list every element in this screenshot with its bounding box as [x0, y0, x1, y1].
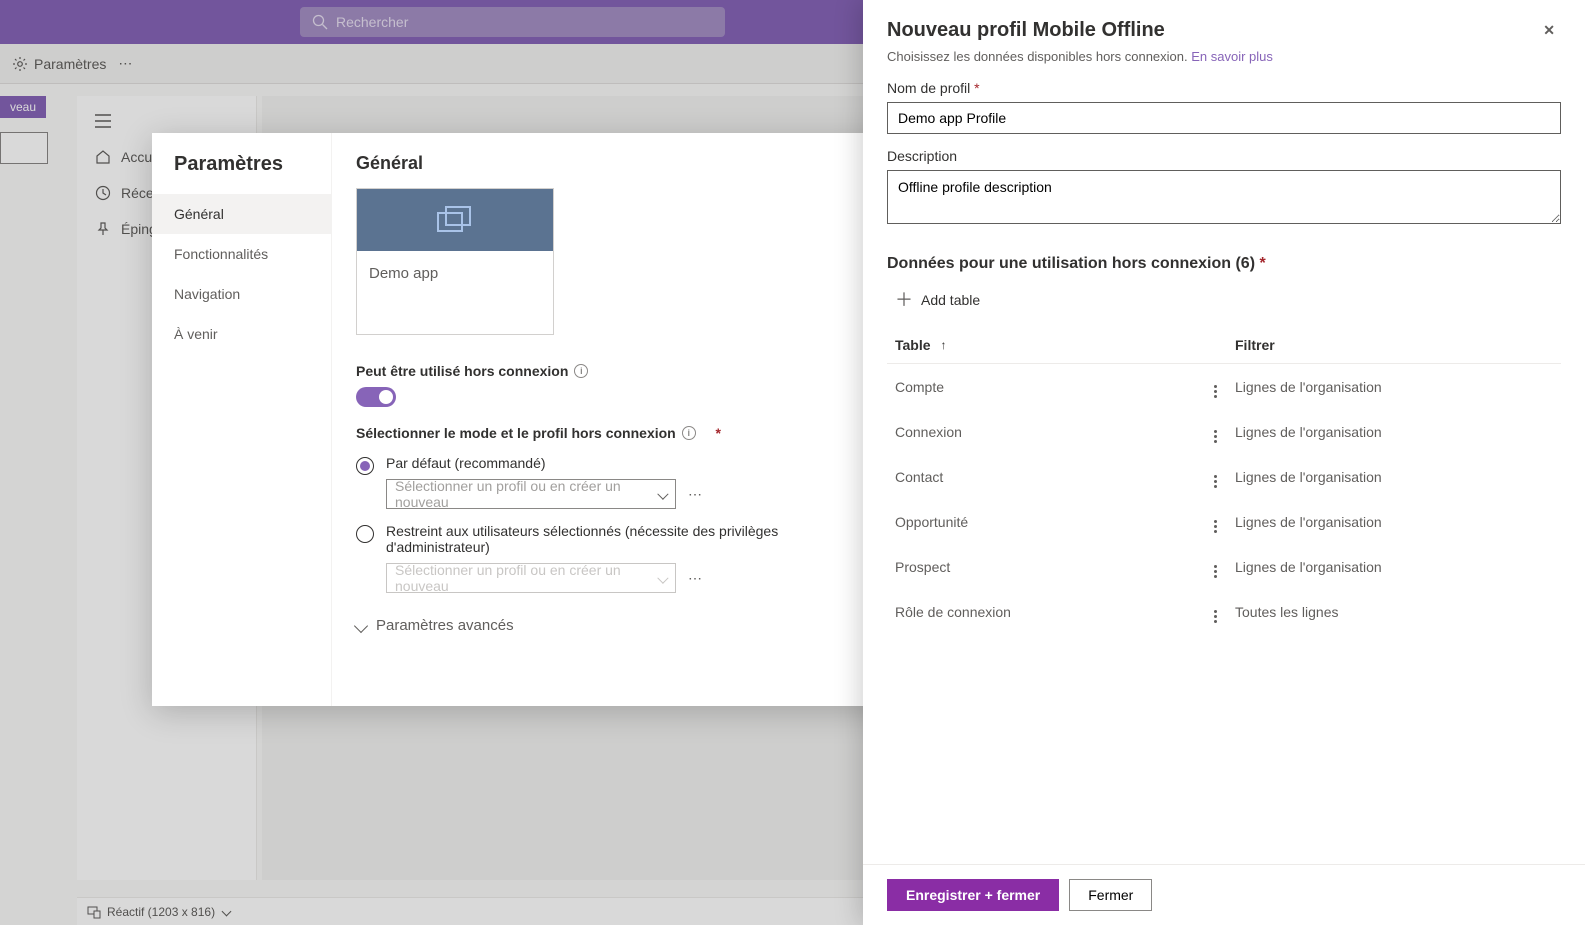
app-card-header [357, 189, 553, 251]
mode-default-row: Par défaut (recommandé) Sélectionner un … [356, 455, 878, 509]
chevron-down-icon [354, 618, 368, 632]
save-close-button[interactable]: Enregistrer + fermer [887, 879, 1059, 911]
settings-sidebar: Paramètres Général Fonctionnalités Navig… [152, 133, 332, 706]
profile-select-default[interactable]: Sélectionner un profil ou en créer un no… [386, 479, 676, 509]
offline-profile-panel: Nouveau profil Mobile Offline ✕ Choisiss… [863, 0, 1585, 925]
tab-general[interactable]: Général [152, 194, 331, 234]
panel-subtitle: Choisissez les données disponibles hors … [887, 49, 1191, 64]
row-menu[interactable] [1195, 510, 1235, 533]
table-row[interactable]: Contact Lignes de l'organisation [887, 454, 1561, 499]
profile-name-label: Nom de profil * [887, 80, 1561, 96]
table-row[interactable]: Compte Lignes de l'organisation [887, 364, 1561, 409]
profile-select-restricted: Sélectionner un profil ou en créer un no… [386, 563, 676, 593]
info-icon[interactable]: i [574, 364, 588, 378]
settings-content: Général Demo app Peut être utilisé hors … [332, 133, 902, 706]
close-button[interactable]: ✕ [1537, 16, 1561, 45]
add-table-button[interactable]: ＋ Add table [887, 285, 988, 315]
app-card[interactable]: Demo app [356, 188, 554, 335]
row-menu[interactable] [1195, 375, 1235, 398]
profile-name-input[interactable] [887, 102, 1561, 134]
tables-grid: Table ↑ Filtrer Compte Lignes de l'organ… [887, 327, 1561, 634]
app-name: Demo app [369, 265, 541, 282]
tab-features[interactable]: Fonctionnalités [152, 234, 331, 274]
tab-navigation[interactable]: Navigation [152, 274, 331, 314]
more-icon[interactable]: ⋯ [684, 566, 706, 591]
data-section-title: Données pour une utilisation hors connex… [887, 255, 1255, 272]
mode-default-label: Par défaut (recommandé) [386, 455, 878, 471]
mode-restricted-row: Restreint aux utilisateurs sélectionnés … [356, 523, 878, 593]
windows-icon [437, 206, 473, 234]
cancel-button[interactable]: Fermer [1069, 879, 1152, 911]
table-row[interactable]: Prospect Lignes de l'organisation [887, 544, 1561, 589]
more-icon[interactable]: ⋯ [684, 482, 706, 507]
panel-title: Nouveau profil Mobile Offline [887, 19, 1165, 42]
advanced-toggle[interactable]: Paramètres avancés [356, 617, 878, 634]
description-input[interactable]: Offline profile description [887, 170, 1561, 224]
sort-asc-icon: ↑ [941, 338, 947, 352]
radio-restricted[interactable] [356, 525, 374, 543]
row-menu[interactable] [1195, 555, 1235, 578]
offline-toggle-label: Peut être utilisé hors connexion [356, 363, 568, 379]
tab-upcoming[interactable]: À venir [152, 314, 331, 354]
col-filter-header[interactable]: Filtrer [1235, 337, 1553, 353]
radio-default[interactable] [356, 457, 374, 475]
row-menu[interactable] [1195, 600, 1235, 623]
offline-toggle[interactable] [356, 387, 396, 407]
info-icon[interactable]: i [682, 426, 696, 440]
description-label: Description [887, 148, 1561, 164]
settings-dialog: Paramètres Général Fonctionnalités Navig… [152, 133, 902, 706]
table-row[interactable]: Rôle de connexion Toutes les lignes [887, 589, 1561, 634]
row-menu[interactable] [1195, 465, 1235, 488]
row-menu[interactable] [1195, 420, 1235, 443]
learn-more-link[interactable]: En savoir plus [1191, 49, 1273, 64]
table-row[interactable]: Connexion Lignes de l'organisation [887, 409, 1561, 454]
required-mark: * [716, 425, 721, 441]
mode-label: Sélectionner le mode et le profil hors c… [356, 425, 676, 441]
settings-title: Paramètres [152, 133, 331, 194]
mode-restricted-label: Restreint aux utilisateurs sélectionnés … [386, 523, 878, 555]
plus-icon: ＋ [895, 291, 913, 309]
content-title: Général [356, 153, 878, 174]
col-table-header[interactable]: Table ↑ [895, 337, 1195, 353]
table-row[interactable]: Opportunité Lignes de l'organisation [887, 499, 1561, 544]
